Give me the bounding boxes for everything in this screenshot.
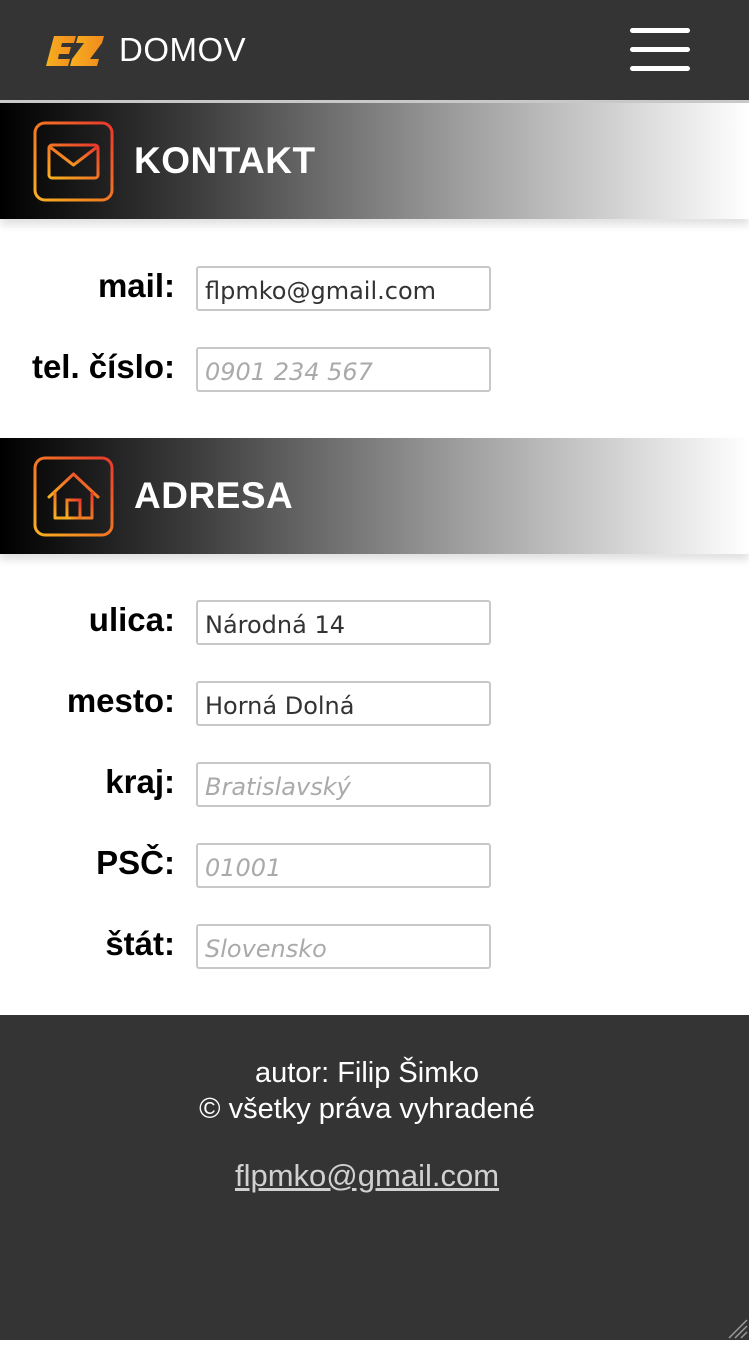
footer-author: autor: Filip Šimko (254, 1057, 479, 1089)
ez-logo[interactable] (44, 34, 104, 68)
mail-row: mail: (0, 266, 749, 312)
zip-row: PSČ: (0, 843, 749, 889)
footer-copyright: © všetky práva vyhradené (199, 1093, 535, 1125)
phone-input[interactable] (196, 347, 491, 392)
phone-label: tel. číslo: (31, 348, 175, 385)
nav-home-link[interactable]: DOMOV (119, 30, 246, 70)
region-row: kraj: (0, 762, 749, 808)
region-label: kraj: (105, 763, 175, 800)
phone-row: tel. číslo: (0, 347, 749, 393)
page-footer: autor: Filip Šimko © všetky práva vyhrad… (0, 1015, 749, 1340)
region-input[interactable] (196, 762, 491, 807)
hamburger-bar (630, 66, 690, 71)
city-input[interactable] (196, 681, 491, 726)
country-label: štát: (105, 925, 175, 962)
mail-label: mail: (97, 267, 175, 304)
street-input[interactable] (196, 600, 491, 645)
street-row: ulica: (0, 600, 749, 646)
zip-input[interactable] (196, 843, 491, 888)
resize-grip-icon[interactable] (721, 1312, 749, 1340)
hamburger-menu-icon[interactable] (630, 28, 690, 72)
country-row: štát: (0, 924, 749, 970)
address-section-header: ADRESA (0, 438, 749, 554)
footer-email-link[interactable]: flpmko@gmail.com (0, 1157, 734, 1195)
contact-section-header: KONTAKT (0, 103, 749, 219)
street-label: ulica: (88, 601, 175, 638)
zip-label: PSČ: (96, 844, 175, 881)
top-nav-bar: DOMOV (0, 0, 749, 103)
hamburger-bar (630, 28, 690, 33)
hamburger-bar (630, 47, 690, 52)
city-label: mesto: (66, 682, 175, 719)
country-input[interactable] (196, 924, 491, 969)
address-section-title: ADRESA (134, 475, 294, 516)
mail-input[interactable] (196, 266, 491, 311)
contact-section-title: KONTAKT (134, 140, 316, 181)
home-icon (33, 456, 114, 537)
city-row: mesto: (0, 681, 749, 727)
envelope-icon (33, 121, 114, 202)
